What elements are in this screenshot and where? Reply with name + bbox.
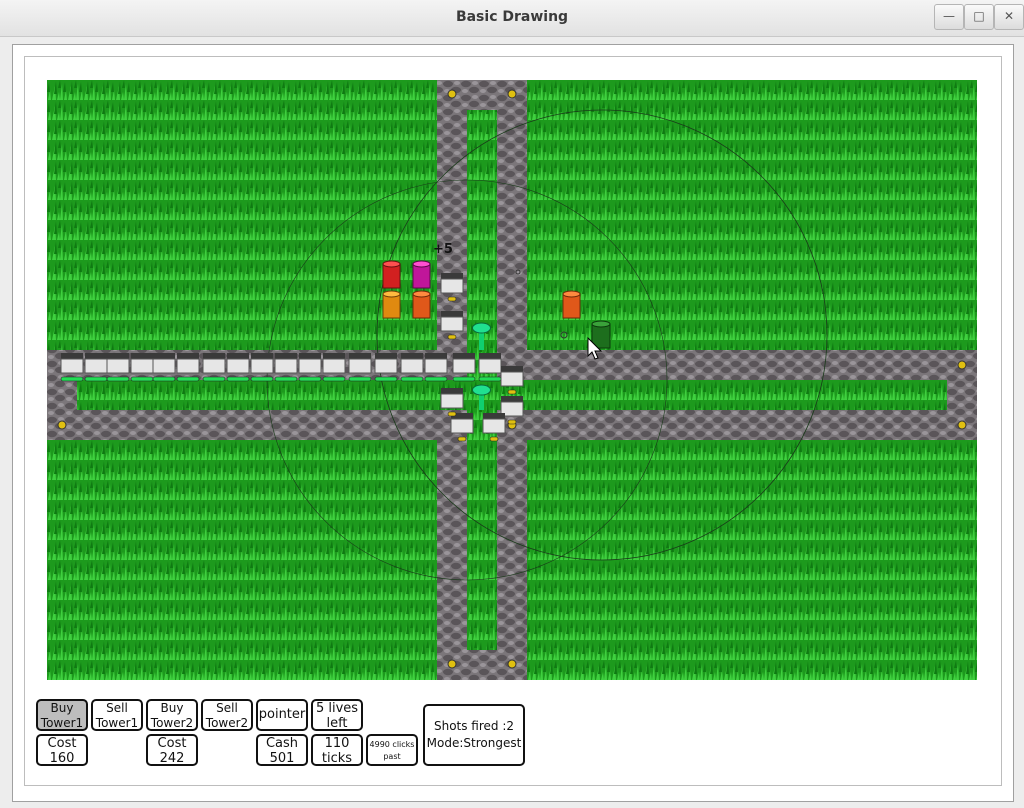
- game-map[interactable]: +5: [47, 80, 977, 680]
- ticks-display: 110 ticks: [311, 734, 363, 766]
- enemy-unit: [374, 353, 398, 382]
- stats-display: Shots fired :2 Mode:Strongest: [423, 704, 525, 766]
- enemy-unit: [226, 353, 250, 382]
- buy-tower1-button[interactable]: Buy Tower1: [36, 699, 88, 731]
- reward-text: +5: [433, 242, 453, 257]
- minimize-icon[interactable]: —: [934, 4, 964, 30]
- maximize-icon[interactable]: □: [964, 4, 994, 30]
- tower-magenta[interactable]: [412, 260, 431, 289]
- tower-orange-red[interactable]: [412, 290, 431, 319]
- tower-orange-red[interactable]: [562, 290, 581, 319]
- enemy-unit: [60, 353, 84, 382]
- shots-fired-text: Shots fired :2: [433, 719, 515, 733]
- tower1-cost-display: Cost 160: [36, 734, 88, 766]
- enemy-unit: [298, 353, 322, 382]
- clicks-display: 4990 clicks past: [366, 734, 418, 766]
- enemy-unit: [400, 353, 424, 382]
- sell-tower2-button[interactable]: Sell Tower2: [201, 699, 253, 731]
- pointer-button[interactable]: pointer: [256, 699, 308, 731]
- tower2-cost-display: Cost 242: [146, 734, 198, 766]
- enemy-unit: [274, 353, 298, 382]
- tower-dark-green[interactable]: [591, 320, 611, 349]
- enemy-unit: [348, 353, 372, 382]
- close-icon[interactable]: ✕: [994, 4, 1024, 30]
- enemy-unit: [130, 353, 154, 382]
- enemy-unit: [452, 353, 476, 382]
- enemy-unit: [250, 353, 274, 382]
- targeting-mode-text: Mode:Strongest: [426, 736, 522, 750]
- lives-display: 5 lives left: [311, 699, 363, 731]
- enemy-unit: [478, 353, 502, 382]
- enemy-unit: [84, 353, 108, 382]
- enemy-unit: [106, 353, 130, 382]
- sell-tower1-button[interactable]: Sell Tower1: [91, 699, 143, 731]
- enemy-unit: [202, 353, 226, 382]
- enemy-unit: [152, 353, 176, 382]
- buy-tower2-button[interactable]: Buy Tower2: [146, 699, 198, 731]
- window-title: Basic Drawing: [455, 9, 569, 25]
- enemy-unit: [322, 353, 346, 382]
- window-titlebar: Basic Drawing — □ ✕: [0, 0, 1024, 37]
- enemy-unit: [176, 353, 200, 382]
- enemy-unit: [424, 353, 448, 382]
- tower-orange[interactable]: [382, 290, 401, 319]
- cash-display: Cash 501: [256, 734, 308, 766]
- tower-red[interactable]: [382, 260, 401, 289]
